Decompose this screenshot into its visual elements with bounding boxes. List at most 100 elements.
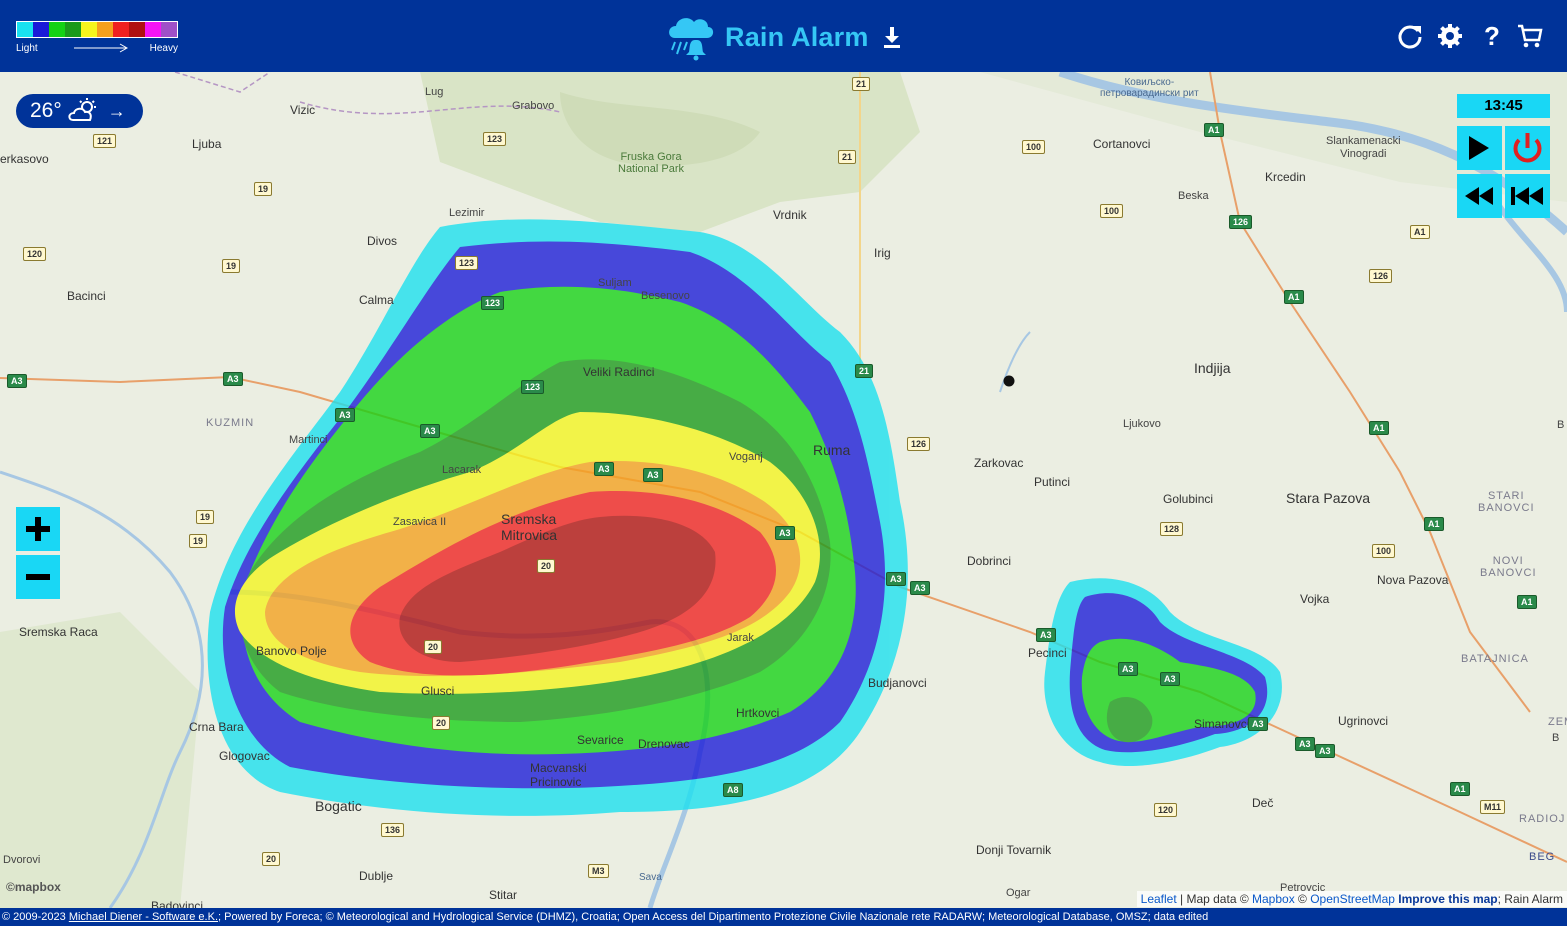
help-icon[interactable]: ?	[1478, 22, 1506, 50]
place-label: Zasavica II	[393, 516, 447, 528]
legend-heavy-label: Heavy	[149, 43, 178, 54]
road-shield: 123	[483, 132, 507, 146]
current-weather-button[interactable]: 26° →	[16, 94, 143, 128]
place-label: Slankamenacki Vinogradi	[1326, 135, 1401, 160]
road-shield: A1	[1517, 595, 1537, 609]
place-label: RADIOJ	[1519, 813, 1566, 825]
road-shield: M3	[588, 864, 609, 878]
place-label: Jarak	[727, 632, 754, 644]
place-label: KUZMIN	[206, 417, 255, 429]
road-shield: 19	[222, 259, 241, 273]
zoom-out-button[interactable]	[16, 555, 60, 599]
road-shield: A3	[1315, 744, 1335, 758]
road-shield: 21	[855, 364, 874, 378]
gear-icon[interactable]	[1436, 22, 1464, 50]
place-label: Sremska Mitrovica	[501, 511, 558, 543]
place-label: Dobrinci	[967, 554, 1012, 568]
road-shield: 20	[537, 559, 556, 573]
app-header: Light Heavy Rain Alarm ?	[0, 0, 1567, 72]
place-label: Badovinci	[151, 899, 204, 908]
place-label: Drenovac	[638, 737, 690, 751]
place-label: Irig	[874, 246, 891, 260]
road-shield: A3	[420, 424, 440, 438]
place-label: Bogatic	[315, 798, 362, 814]
mapbox-link[interactable]: Mapbox	[1252, 892, 1295, 906]
place-label: Calma	[359, 293, 394, 307]
rewind-button[interactable]	[1457, 174, 1502, 218]
place-label: Lacarak	[442, 464, 482, 476]
road-shield: 20	[424, 640, 443, 654]
road-shield: A3	[7, 374, 27, 388]
place-label: Macvanski Pricinovic	[530, 761, 587, 789]
power-button[interactable]	[1505, 126, 1550, 170]
play-button[interactable]	[1457, 126, 1502, 170]
place-label: Martinci	[289, 434, 328, 446]
refresh-icon[interactable]	[1396, 22, 1424, 50]
power-icon	[1513, 133, 1542, 163]
forecast-arrow-icon: →	[107, 100, 126, 121]
place-label: Grabovo	[512, 100, 555, 112]
place-label: Budjanovci	[868, 676, 927, 690]
place-label: Suljam	[598, 277, 632, 289]
road-shield: A1	[1424, 517, 1444, 531]
road-shield: A1	[1369, 421, 1389, 435]
place-label: B	[1557, 419, 1565, 431]
footer-credits: © 2009-2023 Michael Diener - Software e.…	[0, 908, 1567, 926]
intensity-legend: Light Heavy	[16, 21, 178, 57]
temperature: 26°	[30, 99, 62, 122]
road-shield: 126	[1229, 215, 1253, 229]
road-shield: 128	[1160, 522, 1184, 536]
place-label: Banovo Polje	[256, 644, 327, 658]
road-shield: 126	[907, 437, 931, 451]
legend-swatch	[145, 22, 161, 37]
road-shield: 19	[189, 534, 208, 548]
download-icon[interactable]	[881, 25, 903, 49]
road-shield: A3	[594, 462, 614, 476]
road-shield: A3	[775, 526, 795, 540]
author-link[interactable]: Michael Diener - Software e.K.	[69, 911, 218, 923]
place-label: Voganj	[729, 451, 763, 463]
road-shield: A3	[1036, 628, 1056, 642]
road-shield: 100	[1022, 140, 1046, 154]
road-shield: 136	[381, 823, 405, 837]
place-label: Golubinci	[1163, 492, 1214, 506]
place-label: Beska	[1178, 190, 1209, 202]
legend-arrow-icon	[74, 43, 129, 53]
place-label: Lug	[425, 86, 444, 98]
legend-swatch	[65, 22, 81, 37]
road-shield: 21	[852, 77, 871, 91]
cart-icon[interactable]	[1516, 22, 1544, 50]
place-label: Donji Tovarnik	[976, 843, 1052, 857]
road-shield: 123	[455, 256, 479, 270]
legend-swatch	[161, 22, 177, 37]
road-shield: A3	[223, 372, 243, 386]
radar-map[interactable]: erkasovo Ljuba Vizic Lug Grabovo Fruska …	[0, 72, 1567, 908]
app-title: Rain Alarm	[725, 21, 869, 52]
road-shield: M11	[1480, 800, 1506, 814]
rewind-icon	[1465, 187, 1493, 205]
zoom-in-button[interactable]	[16, 507, 60, 551]
place-label: Zarkovac	[974, 456, 1024, 470]
leaflet-link[interactable]: Leaflet	[1141, 892, 1177, 906]
place-label: Vizic	[290, 103, 316, 117]
road-shield: A3	[643, 468, 663, 482]
minus-icon	[26, 574, 50, 580]
place-label: BEG	[1529, 851, 1556, 863]
improve-map-link[interactable]: Improve this map	[1398, 892, 1497, 906]
skip-to-start-button[interactable]	[1505, 174, 1550, 218]
road-shield: A1	[1410, 225, 1430, 239]
osm-link[interactable]: OpenStreetMap	[1310, 892, 1395, 906]
road-shield: A1	[1284, 290, 1304, 304]
map-attribution: Leaflet | Map data © Mapbox © OpenStreet…	[1136, 891, 1567, 907]
place-label: Ogar	[1006, 887, 1031, 899]
place-label: Simanovci	[1194, 717, 1250, 731]
legend-swatch	[81, 22, 97, 37]
legend-swatch	[129, 22, 145, 37]
legend-color-scale	[16, 21, 178, 38]
legend-swatch	[17, 22, 33, 37]
place-label: BATAJNICA	[1461, 653, 1529, 665]
place-label: Glusci	[421, 684, 455, 698]
place-label: Ruma	[813, 442, 851, 458]
place-label: Lezimir	[449, 207, 485, 219]
road-shield: 121	[93, 134, 117, 148]
